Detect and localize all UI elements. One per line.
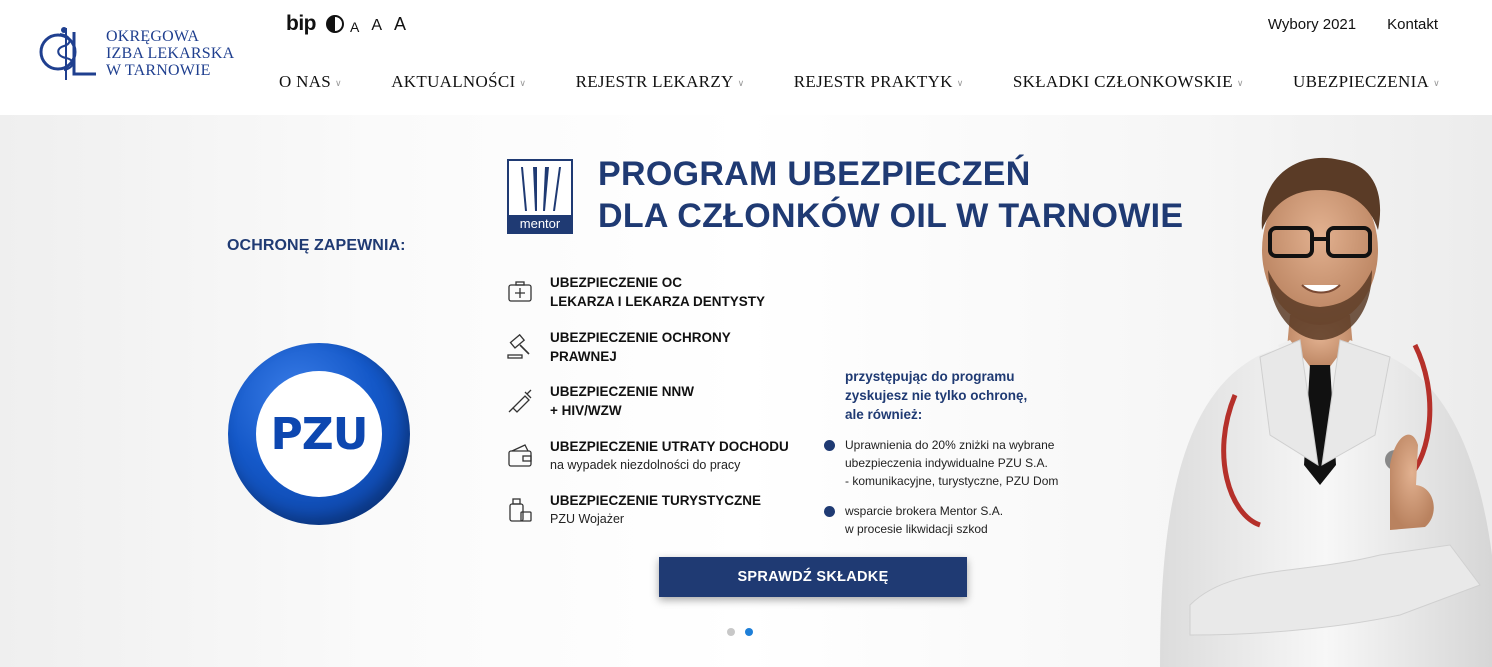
logo-text: OKRĘGOWA IZBA LEKARSKA W TARNOWIE bbox=[106, 28, 234, 79]
logo-line-2: IZBA LEKARSKA bbox=[106, 44, 235, 62]
chevron-down-icon: ∨ bbox=[1236, 78, 1244, 89]
hero-title: PROGRAM UBEZPIECZEŃ DLA CZŁONKÓW OIL W T… bbox=[598, 153, 1183, 237]
chevron-down-icon: ∨ bbox=[1433, 78, 1440, 89]
bonus-point: wsparcie brokera Mentor S.A. w procesie … bbox=[820, 502, 1058, 538]
insurance-title: UBEZPIECZENIE OCHRONY bbox=[550, 329, 731, 345]
bonus-point-line: wsparcie brokera Mentor S.A. bbox=[845, 504, 1004, 518]
mentor-mark-icon bbox=[521, 167, 561, 211]
bullet-dot-icon bbox=[824, 506, 835, 517]
chevron-down-icon: ∨ bbox=[519, 78, 527, 89]
hero-title-line-1: PROGRAM UBEZPIECZEŃ bbox=[598, 155, 1031, 193]
syringe-icon bbox=[508, 389, 532, 413]
bonus-intro-line: ale również: bbox=[845, 407, 923, 422]
nav-item-label: REJESTR PRAKTYK bbox=[793, 72, 953, 91]
site-logo[interactable]: OKRĘGOWA IZBA LEKARSKA W TARNOWIE bbox=[38, 22, 234, 84]
bonus-point-line: ubezpieczenia indywidualne PZU S.A. bbox=[845, 456, 1048, 470]
check-premium-button[interactable]: SPRAWDŹ SKŁADKĘ bbox=[659, 557, 967, 597]
hero-slider: OCHRONĘ ZAPEWNIA: PZU mentor PROGRAM UBE… bbox=[0, 115, 1492, 667]
bip-link[interactable]: bip bbox=[286, 12, 317, 36]
doctor-photo bbox=[1160, 157, 1492, 667]
bullet-dot-icon bbox=[824, 440, 835, 451]
wallet-icon bbox=[508, 443, 532, 467]
font-size-medium-button[interactable]: A bbox=[371, 17, 382, 35]
bonus-point: Uprawnienia do 20% zniżki na wybrane ube… bbox=[820, 436, 1058, 490]
bonus-point-line: - komunikacyjne, turystyczne, PZU Dom bbox=[845, 474, 1059, 488]
insurance-subtitle: + HIV/WZW bbox=[550, 403, 622, 418]
bonus-intro-line: zyskujesz nie tylko ochronę, bbox=[845, 388, 1028, 403]
nav-item-label: SKŁADKI CZŁONKOWSKIE bbox=[1012, 72, 1233, 91]
nav-item-label: REJESTR LEKARZY bbox=[575, 72, 734, 91]
carousel-indicators bbox=[727, 628, 753, 636]
nav-item-skladki[interactable]: SKŁADKI CZŁONKOWSKIE ∨ bbox=[1013, 72, 1244, 92]
insurance-title: UBEZPIECZENIE OC bbox=[550, 275, 683, 290]
pzu-logo-inner: PZU bbox=[256, 371, 382, 497]
nav-item-ubezpieczenia[interactable]: UBEZPIECZENIA ∨ bbox=[1293, 72, 1440, 92]
insurance-subtitle: LEKARZA I LEKARZA DENTYSTY bbox=[550, 294, 765, 309]
main-nav: O NAS ∨ AKTUALNOŚCI ∨ REJESTR LEKARZY ∨ REJ… bbox=[279, 72, 1440, 92]
carousel-dot-2-active[interactable] bbox=[745, 628, 753, 636]
pzu-logo: PZU bbox=[228, 343, 410, 525]
nav-item-rejestr-lekarzy[interactable]: REJESTR LEKARZY ∨ bbox=[576, 72, 745, 92]
carousel-dot-1[interactable] bbox=[727, 628, 735, 636]
elections-2021-link[interactable]: Wybory 2021 bbox=[1268, 16, 1356, 33]
bonus-intro-line: przystępując do programu bbox=[845, 369, 1015, 384]
chevron-down-icon: ∨ bbox=[956, 78, 964, 89]
insurance-title: UBEZPIECZENIE TURYSTYCZNE bbox=[550, 493, 762, 508]
nav-item-label: UBEZPIECZENIA bbox=[1293, 72, 1430, 91]
nav-item-aktualnosci[interactable]: AKTUALNOŚCI ∨ bbox=[391, 72, 526, 92]
bonus-point-line: w procesie likwidacji szkod bbox=[845, 522, 988, 536]
caduceus-logo-icon bbox=[39, 27, 96, 80]
logo-line-1: OKRĘGOWA bbox=[106, 27, 200, 45]
font-size-small-button[interactable]: A bbox=[350, 19, 359, 35]
contrast-toggle-icon[interactable] bbox=[326, 15, 344, 33]
chevron-down-icon: ∨ bbox=[335, 78, 342, 89]
insurance-subtitle: PZU Wojażer bbox=[550, 512, 625, 526]
contact-link[interactable]: Kontakt bbox=[1387, 16, 1438, 33]
insurance-subtitle: na wypadek niezdolności do pracy bbox=[550, 457, 741, 472]
mentor-logo: mentor bbox=[507, 159, 573, 234]
protection-label: OCHRONĘ ZAPEWNIA: bbox=[227, 237, 406, 254]
insurance-title: UBEZPIECZENIE NNW bbox=[550, 384, 695, 399]
bonus-intro: przystępując do programu zyskujesz nie t… bbox=[845, 367, 1058, 424]
bonus-point-line: Uprawnienia do 20% zniżki na wybrane bbox=[845, 438, 1055, 452]
insurance-title: UBEZPIECZENIE UTRATY DOCHODU bbox=[550, 438, 789, 454]
mentor-logo-text: mentor bbox=[509, 215, 571, 232]
nav-item-o-nas[interactable]: O NAS ∨ bbox=[279, 72, 342, 92]
font-size-large-button[interactable]: A bbox=[394, 14, 406, 35]
nav-item-rejestr-praktyk[interactable]: REJESTR PRAKTYK ∨ bbox=[794, 72, 964, 92]
chevron-down-icon: ∨ bbox=[737, 78, 745, 89]
luggage-icon bbox=[509, 498, 532, 522]
gavel-icon bbox=[507, 333, 530, 359]
top-links: Wybory 2021 Kontakt bbox=[1268, 16, 1438, 33]
nav-item-label: O NAS bbox=[279, 72, 332, 91]
insurance-subtitle: PRAWNEJ bbox=[550, 348, 617, 364]
hero-title-line-2: DLA CZŁONKÓW OIL W TARNOWIE bbox=[598, 197, 1184, 235]
nav-item-label: AKTUALNOŚCI bbox=[391, 72, 516, 91]
site-header: OKRĘGOWA IZBA LEKARSKA W TARNOWIE bip A … bbox=[0, 0, 1492, 115]
bonus-section: przystępując do programu zyskujesz nie t… bbox=[820, 367, 1058, 538]
medical-case-icon bbox=[508, 281, 532, 302]
logo-line-3: W TARNOWIE bbox=[106, 61, 211, 79]
pzu-logo-text: PZU bbox=[270, 408, 369, 460]
accessibility-toolbar: bip A A A bbox=[286, 12, 406, 36]
